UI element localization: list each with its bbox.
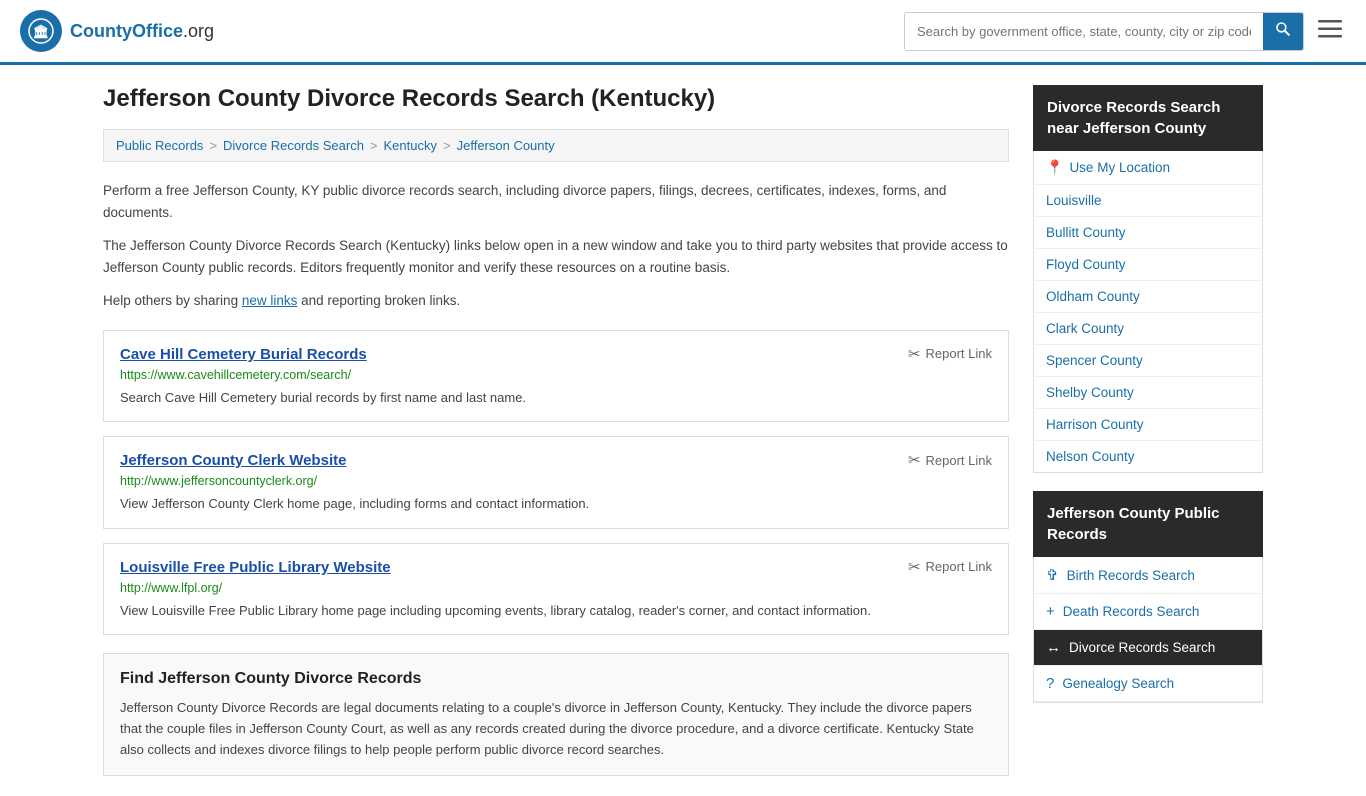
page-title: Jefferson County Divorce Records Search … — [103, 85, 1009, 113]
find-section-title: Find Jefferson County Divorce Records — [120, 670, 992, 688]
sidebar-public-item[interactable]: ? Genealogy Search — [1034, 666, 1262, 702]
breadcrumb-sep3: > — [443, 138, 451, 153]
description-para2: The Jefferson County Divorce Records Sea… — [103, 235, 1009, 278]
sidebar-nearby-item[interactable]: Oldham County — [1034, 281, 1262, 313]
breadcrumb-sep1: > — [209, 138, 217, 153]
pin-icon: 📍 — [1046, 159, 1063, 176]
description-para3: Help others by sharing new links and rep… — [103, 290, 1009, 312]
search-input[interactable] — [905, 16, 1263, 47]
sidebar-nearby-item[interactable]: Spencer County — [1034, 345, 1262, 377]
link-card: Jefferson County Clerk Website ✂ Report … — [103, 436, 1009, 529]
link-card-title: Cave Hill Cemetery Burial Records — [120, 345, 367, 364]
report-icon: ✂ — [908, 451, 921, 469]
link-card: Louisville Free Public Library Website ✂… — [103, 543, 1009, 636]
pub-item-label: Genealogy Search — [1062, 676, 1174, 691]
sidebar-public-title: Jefferson County Public Records — [1033, 491, 1263, 557]
report-link-button[interactable]: ✂ Report Link — [908, 558, 992, 576]
breadcrumb-public-records[interactable]: Public Records — [116, 138, 203, 153]
sidebar-nearby-item[interactable]: Louisville — [1034, 185, 1262, 217]
breadcrumb: Public Records > Divorce Records Search … — [103, 129, 1009, 162]
link-card-desc: Search Cave Hill Cemetery burial records… — [120, 388, 992, 408]
report-link-label: Report Link — [926, 559, 992, 574]
sidebar-nearby-item[interactable]: Floyd County — [1034, 249, 1262, 281]
description-para1: Perform a free Jefferson County, KY publ… — [103, 180, 1009, 223]
sidebar: Divorce Records Search near Jefferson Co… — [1033, 85, 1263, 776]
breadcrumb-sep2: > — [370, 138, 378, 153]
use-my-location-label: Use My Location — [1069, 160, 1170, 175]
sidebar-public-item[interactable]: ✞ Birth Records Search — [1034, 557, 1262, 594]
sidebar-nearby-list: 📍 Use My Location LouisvilleBullitt County… — [1033, 151, 1263, 473]
link-cards: Cave Hill Cemetery Burial Records ✂ Repo… — [103, 330, 1009, 636]
description-area: Perform a free Jefferson County, KY publ… — [103, 180, 1009, 312]
breadcrumb-jefferson-county[interactable]: Jefferson County — [457, 138, 555, 153]
sidebar-public-box: Jefferson County Public Records ✞ Birth R… — [1033, 491, 1263, 703]
breadcrumb-divorce-records[interactable]: Divorce Records Search — [223, 138, 364, 153]
report-link-label: Report Link — [926, 346, 992, 361]
link-card-desc: View Louisville Free Public Library home… — [120, 601, 992, 621]
new-links-link[interactable]: new links — [242, 293, 298, 308]
link-card-url: http://www.jeffersoncountyclerk.org/ — [120, 474, 992, 488]
sidebar-public-item[interactable]: ↔ Divorce Records Search — [1034, 630, 1262, 666]
logo-org: .org — [183, 21, 214, 41]
sidebar-nearby-box: Divorce Records Search near Jefferson Co… — [1033, 85, 1263, 473]
report-link-label: Report Link — [926, 453, 992, 468]
find-section-body: Jefferson County Divorce Records are leg… — [120, 698, 992, 760]
find-section: Find Jefferson County Divorce Records Je… — [103, 653, 1009, 775]
logo-text: CountyOffice.org — [70, 21, 214, 42]
link-card-desc: View Jefferson County Clerk home page, i… — [120, 494, 992, 514]
link-card-title: Jefferson County Clerk Website — [120, 451, 346, 470]
header-right — [904, 12, 1346, 51]
sidebar-nearby-item[interactable]: Shelby County — [1034, 377, 1262, 409]
description-para3b: and reporting broken links. — [301, 293, 460, 308]
sidebar-public-list: ✞ Birth Records Search + Death Records Sear… — [1033, 557, 1263, 703]
pub-item-label: Birth Records Search — [1067, 568, 1195, 583]
pub-item-icon: + — [1046, 603, 1055, 620]
hamburger-menu-button[interactable] — [1314, 14, 1346, 48]
link-card-title: Louisville Free Public Library Website — [120, 558, 391, 577]
sidebar-nearby-item[interactable]: Clark County — [1034, 313, 1262, 345]
pub-item-icon: ✞ — [1046, 566, 1059, 584]
pub-item-icon: ↔ — [1046, 639, 1061, 656]
sidebar-public-item[interactable]: + Death Records Search — [1034, 594, 1262, 630]
pub-item-label: Divorce Records Search — [1069, 640, 1215, 655]
pub-item-icon: ? — [1046, 675, 1054, 692]
search-bar — [904, 12, 1304, 51]
search-button[interactable] — [1263, 13, 1303, 50]
description-para3-text: Help others by sharing — [103, 293, 238, 308]
link-card-url: https://www.cavehillcemetery.com/search/ — [120, 368, 992, 382]
link-card: Cave Hill Cemetery Burial Records ✂ Repo… — [103, 330, 1009, 423]
svg-text:🏛: 🏛 — [33, 24, 50, 39]
content-area: Jefferson County Divorce Records Search … — [103, 85, 1009, 776]
link-card-link[interactable]: Louisville Free Public Library Website — [120, 559, 391, 576]
link-card-url: http://www.lfpl.org/ — [120, 581, 992, 595]
report-icon: ✂ — [908, 345, 921, 363]
report-icon: ✂ — [908, 558, 921, 576]
link-card-link[interactable]: Cave Hill Cemetery Burial Records — [120, 346, 367, 363]
report-link-button[interactable]: ✂ Report Link — [908, 451, 992, 469]
sidebar-nearby-item[interactable]: 📍 Use My Location — [1034, 151, 1262, 185]
link-card-link[interactable]: Jefferson County Clerk Website — [120, 452, 346, 469]
site-header: 🏛 CountyOffice.org — [0, 0, 1366, 65]
sidebar-nearby-title: Divorce Records Search near Jefferson Co… — [1033, 85, 1263, 151]
main-container: Jefferson County Divorce Records Search … — [83, 65, 1283, 796]
report-link-button[interactable]: ✂ Report Link — [908, 345, 992, 363]
logo-county: CountyOffice — [70, 21, 183, 41]
sidebar-nearby-item[interactable]: Bullitt County — [1034, 217, 1262, 249]
logo-area: 🏛 CountyOffice.org — [20, 10, 214, 52]
pub-item-label: Death Records Search — [1063, 604, 1200, 619]
breadcrumb-kentucky[interactable]: Kentucky — [384, 138, 437, 153]
sidebar-nearby-item[interactable]: Nelson County — [1034, 441, 1262, 472]
logo-icon: 🏛 — [20, 10, 62, 52]
sidebar-nearby-item[interactable]: Harrison County — [1034, 409, 1262, 441]
